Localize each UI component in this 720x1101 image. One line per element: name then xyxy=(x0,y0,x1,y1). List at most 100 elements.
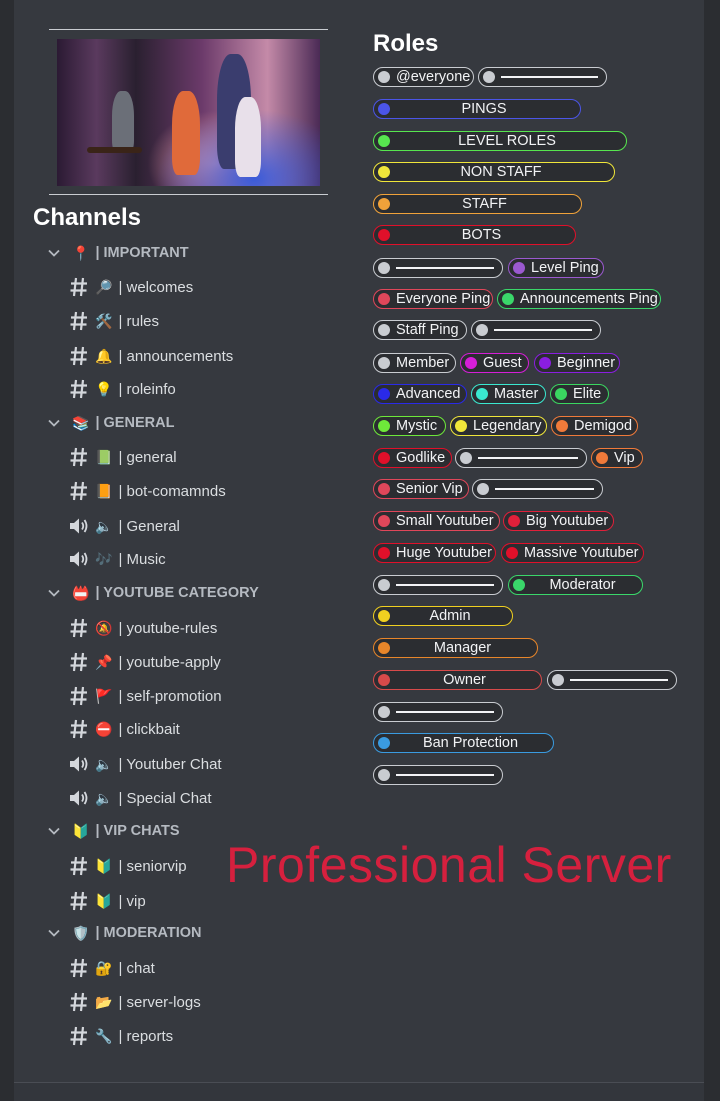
role-color-dot xyxy=(378,706,390,718)
category-moderation[interactable]: 🛡️ | MODERATION xyxy=(46,923,202,943)
channel-item[interactable]: 🔰 | seniorvip xyxy=(67,855,187,877)
role-separator[interactable] xyxy=(472,479,603,499)
role-label: NON STAFF xyxy=(460,164,542,180)
role-pill[interactable]: Elite xyxy=(550,384,609,404)
channel-name: | bot-comamnds xyxy=(118,482,226,500)
channel-item[interactable]: ⛔ | clickbait xyxy=(67,718,180,740)
role-label: Beginner xyxy=(557,355,616,371)
role-pill[interactable]: Guest xyxy=(460,353,529,373)
role-label: Advanced xyxy=(396,386,461,402)
role-label: Godlike xyxy=(396,450,446,466)
category-vip-chats[interactable]: 🔰 | VIP CHATS xyxy=(46,821,180,841)
role-separator[interactable] xyxy=(373,575,503,595)
role-separator[interactable] xyxy=(373,258,503,278)
channel-item[interactable]: 📂 | server-logs xyxy=(67,991,201,1013)
hashtag-icon xyxy=(67,855,91,877)
hashtag-icon xyxy=(67,480,91,502)
role-pill[interactable]: Huge Youtuber xyxy=(373,543,496,563)
role-color-dot xyxy=(378,610,390,622)
channel-item[interactable]: 📌 | youtube-apply xyxy=(67,651,221,673)
role-pill[interactable]: Godlike xyxy=(373,448,452,468)
role-pill[interactable]: Everyone Ping xyxy=(373,289,493,309)
channel-item[interactable]: 🔕 | youtube-rules xyxy=(67,617,217,639)
role-pill[interactable]: PINGS xyxy=(373,99,581,119)
role-label: Admin xyxy=(429,608,471,624)
channel-item[interactable]: 🔈 | General xyxy=(67,515,180,537)
role-pill[interactable]: Advanced xyxy=(373,384,467,404)
channel-item[interactable]: 🔰 | vip xyxy=(67,890,146,912)
hashtag-icon xyxy=(67,957,91,979)
role-pill[interactable]: Massive Youtuber xyxy=(501,543,644,563)
role-pill[interactable]: Master xyxy=(471,384,546,404)
role-color-dot xyxy=(378,103,390,115)
role-label: Legendary xyxy=(473,418,542,434)
role-pill[interactable]: Announcements Ping xyxy=(497,289,661,309)
role-pill[interactable]: Member xyxy=(373,353,456,373)
category-general[interactable]: 📚 | GENERAL xyxy=(46,413,174,433)
role-color-dot xyxy=(378,71,390,83)
role-pill[interactable]: Staff Ping xyxy=(373,320,467,340)
role-pill[interactable]: Big Youtuber xyxy=(503,511,614,531)
channel-item[interactable]: 🎶 | Music xyxy=(67,548,166,570)
channel-item[interactable]: 🔈 | Special Chat xyxy=(67,787,212,809)
role-pill[interactable]: Manager xyxy=(373,638,538,658)
channel-item[interactable]: 💡 | roleinfo xyxy=(67,378,176,400)
hashtag-icon xyxy=(67,310,91,332)
channel-item[interactable]: 🔐 | chat xyxy=(67,957,155,979)
category-important[interactable]: 📍 | IMPORTANT xyxy=(46,243,189,263)
role-pill[interactable]: Ban Protection xyxy=(373,733,554,753)
role-color-dot xyxy=(502,293,514,305)
role-color-dot xyxy=(460,452,472,464)
hashtag-icon xyxy=(67,276,91,298)
role-color-dot xyxy=(476,388,488,400)
role-separator[interactable] xyxy=(471,320,601,340)
role-pill[interactable]: Admin xyxy=(373,606,513,626)
channel-emoji: 🔈 xyxy=(95,789,113,806)
channel-item[interactable]: 🔔 | announcements xyxy=(67,345,233,367)
role-pill[interactable]: Small Youtuber xyxy=(373,511,500,531)
role-color-dot xyxy=(513,579,525,591)
separator-line xyxy=(478,457,578,459)
role-color-dot xyxy=(476,324,488,336)
role-label: @everyone xyxy=(396,69,471,85)
channel-name: | Special Chat xyxy=(118,789,212,807)
category-youtube[interactable]: 📛 | YOUTUBE CATEGORY xyxy=(46,583,259,603)
role-separator[interactable] xyxy=(547,670,677,690)
channel-item[interactable]: 📙 | bot-comamnds xyxy=(67,480,226,502)
role-color-dot xyxy=(556,420,568,432)
speaker-icon xyxy=(67,787,91,809)
chevron-down-icon xyxy=(48,249,60,257)
role-pill[interactable]: Mystic xyxy=(373,416,446,436)
role-pill[interactable]: Demigod xyxy=(551,416,638,436)
role-label: LEVEL ROLES xyxy=(458,133,556,149)
channel-item[interactable]: 🛠️ | rules xyxy=(67,310,159,332)
role-pill[interactable]: Moderator xyxy=(508,575,643,595)
role-pill[interactable]: NON STAFF xyxy=(373,162,615,182)
role-pill[interactable]: STAFF xyxy=(373,194,582,214)
channel-item[interactable]: 📗 | general xyxy=(67,446,177,468)
channel-item[interactable]: 🔎 | welcomes xyxy=(67,276,193,298)
role-pill[interactable]: Senior Vip xyxy=(373,479,469,499)
role-separator[interactable] xyxy=(373,765,503,785)
category-label: | IMPORTANT xyxy=(95,245,189,261)
role-separator[interactable] xyxy=(373,702,503,722)
role-pill[interactable]: Vip xyxy=(591,448,643,468)
role-pill[interactable]: Beginner xyxy=(534,353,620,373)
channel-item[interactable]: 🔧 | reports xyxy=(67,1025,173,1047)
role-pill[interactable]: Level Ping xyxy=(508,258,604,278)
channel-item[interactable]: 🚩 | self-promotion xyxy=(67,685,222,707)
role-color-dot xyxy=(555,388,567,400)
role-pill[interactable]: Owner xyxy=(373,670,542,690)
category-emoji: 🔰 xyxy=(72,822,90,839)
hashtag-icon xyxy=(67,651,91,673)
channel-item[interactable]: 🔈 | Youtuber Chat xyxy=(67,753,222,775)
role-pill[interactable]: BOTS xyxy=(373,225,576,245)
role-separator[interactable] xyxy=(478,67,607,87)
channel-name: | Music xyxy=(118,550,166,568)
chevron-down-icon xyxy=(48,419,60,427)
role-pill[interactable]: Legendary xyxy=(450,416,547,436)
channel-emoji: 📂 xyxy=(95,993,113,1010)
role-separator[interactable] xyxy=(455,448,587,468)
role-pill[interactable]: @everyone xyxy=(373,67,474,87)
role-pill[interactable]: LEVEL ROLES xyxy=(373,131,627,151)
